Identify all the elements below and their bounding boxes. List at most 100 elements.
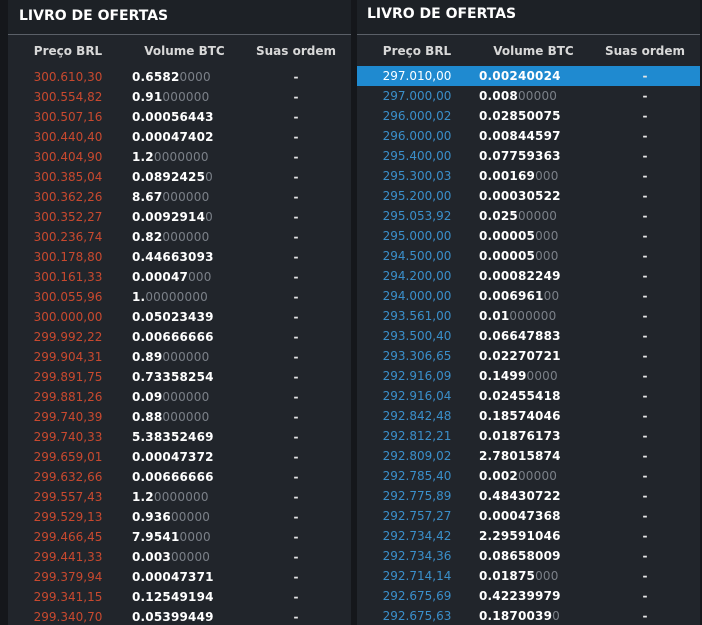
- order-row[interactable]: 300.610,30 0.65820000 -: [8, 67, 351, 87]
- price-cell: 294.500,00: [382, 249, 452, 263]
- order-row[interactable]: 300.352,27 0.00929140 -: [8, 207, 351, 227]
- volume-cell: 0.00047402: [128, 130, 241, 144]
- panel-title: LIVRO DE OFERTAS: [8, 0, 351, 35]
- order-row[interactable]: 295.400,00 0.07759363 -: [357, 146, 700, 166]
- order-row[interactable]: 300.440,40 0.00047402 -: [8, 127, 351, 147]
- order-row[interactable]: 299.529,13 0.93600000 -: [8, 507, 351, 527]
- order-row[interactable]: 295.053,92 0.02500000 -: [357, 206, 700, 226]
- price-cell: 300.178,80: [33, 250, 103, 264]
- volume-trailing-zeros: 0: [552, 609, 560, 623]
- order-row[interactable]: 292.812,21 0.01876173 -: [357, 426, 700, 446]
- order-row[interactable]: 293.306,65 0.02270721 -: [357, 346, 700, 366]
- order-row[interactable]: 300.554,82 0.91000000 -: [8, 87, 351, 107]
- order-row[interactable]: 300.507,16 0.00056443 -: [8, 107, 351, 127]
- order-row[interactable]: 300.161,33 0.00047000 -: [8, 267, 351, 287]
- order-row[interactable]: 296.000,00 0.00844597 -: [357, 126, 700, 146]
- order-row[interactable]: 292.675,69 0.42239979 -: [357, 586, 700, 606]
- col-my-orders-header[interactable]: Suas ordem: [590, 44, 700, 58]
- col-price-header[interactable]: Preço BRL: [357, 44, 477, 58]
- price-cell: 300.507,16: [33, 110, 103, 124]
- order-row[interactable]: 299.341,15 0.12549194 -: [8, 587, 351, 607]
- order-row[interactable]: 299.740,39 0.88000000 -: [8, 407, 351, 427]
- volume-cell: 0.09000000: [128, 390, 241, 404]
- my-orders-cell: -: [293, 70, 299, 84]
- order-row[interactable]: 292.734,36 0.08658009 -: [357, 546, 700, 566]
- volume-significant: 0.00047371: [132, 570, 214, 584]
- col-volume-header[interactable]: Volume BTC: [477, 44, 590, 58]
- order-row[interactable]: 299.632,66 0.00666666 -: [8, 467, 351, 487]
- my-orders-cell: -: [293, 570, 299, 584]
- order-row[interactable]: 300.236,74 0.82000000 -: [8, 227, 351, 247]
- order-row[interactable]: 300.000,00 0.05023439 -: [8, 307, 351, 327]
- price-cell: 300.161,33: [33, 270, 103, 284]
- order-row[interactable]: 292.675,63 0.18700390 -: [357, 606, 700, 625]
- order-row[interactable]: 295.300,03 0.00169000 -: [357, 166, 700, 186]
- order-row[interactable]: 299.340,70 0.05399449 -: [8, 607, 351, 625]
- order-row[interactable]: 299.904,31 0.89000000 -: [8, 347, 351, 367]
- my-orders-cell: -: [293, 350, 299, 364]
- order-row[interactable]: 299.557,43 1.20000000 -: [8, 487, 351, 507]
- order-row[interactable]: 292.714,14 0.01875000 -: [357, 566, 700, 586]
- price-cell: 295.400,00: [382, 149, 452, 163]
- order-row[interactable]: 300.385,04 0.08924250 -: [8, 167, 351, 187]
- volume-trailing-zeros: 00000: [517, 89, 558, 103]
- volume-cell: 0.00696100: [477, 289, 590, 303]
- price-cell: 295.053,92: [382, 209, 452, 223]
- my-orders-cell: -: [642, 369, 648, 383]
- volume-significant: 0.00056443: [132, 110, 214, 124]
- order-row[interactable]: 294.200,00 0.00082249 -: [357, 266, 700, 286]
- order-row[interactable]: 299.379,94 0.00047371 -: [8, 567, 351, 587]
- order-row[interactable]: 300.178,80 0.44663093 -: [8, 247, 351, 267]
- order-row[interactable]: 295.000,00 0.00005000 -: [357, 226, 700, 246]
- order-row[interactable]: 299.992,22 0.00666666 -: [8, 327, 351, 347]
- order-row[interactable]: 294.500,00 0.00005000 -: [357, 246, 700, 266]
- order-row[interactable]: 297.000,00 0.00800000 -: [357, 86, 700, 106]
- order-row[interactable]: 297.010,00 0.00240024 -: [357, 66, 700, 86]
- volume-significant: 0.01876173: [479, 429, 561, 443]
- order-row[interactable]: 299.740,33 5.38352469 -: [8, 427, 351, 447]
- volume-trailing-zeros: 000000: [162, 230, 210, 244]
- volume-cell: 0.00082249: [477, 269, 590, 283]
- order-row[interactable]: 292.775,89 0.48430722 -: [357, 486, 700, 506]
- price-cell: 293.306,65: [382, 349, 452, 363]
- order-row[interactable]: 295.200,00 0.00030522 -: [357, 186, 700, 206]
- price-cell: 299.740,33: [33, 430, 103, 444]
- my-orders-cell: -: [293, 290, 299, 304]
- volume-cell: 0.01000000: [477, 309, 590, 323]
- order-row[interactable]: 292.916,09 0.14990000 -: [357, 366, 700, 386]
- order-row[interactable]: 292.757,27 0.00047368 -: [357, 506, 700, 526]
- volume-cell: 5.38352469: [128, 430, 241, 444]
- order-row[interactable]: 299.891,75 0.73358254 -: [8, 367, 351, 387]
- col-price-header[interactable]: Preço BRL: [8, 44, 128, 58]
- order-row[interactable]: 292.916,04 0.02455418 -: [357, 386, 700, 406]
- my-orders-cell: -: [293, 150, 299, 164]
- volume-trailing-zeros: 000000: [162, 190, 210, 204]
- order-row[interactable]: 299.466,45 7.95410000 -: [8, 527, 351, 547]
- col-my-orders-header[interactable]: Suas ordem: [241, 44, 351, 58]
- order-row[interactable]: 299.881,26 0.09000000 -: [8, 387, 351, 407]
- order-row[interactable]: 300.055,96 1.00000000 -: [8, 287, 351, 307]
- my-orders-cell: -: [642, 169, 648, 183]
- my-orders-cell: -: [642, 509, 648, 523]
- order-row[interactable]: 292.842,48 0.18574046 -: [357, 406, 700, 426]
- order-row[interactable]: 294.000,00 0.00696100 -: [357, 286, 700, 306]
- order-row[interactable]: 292.734,42 2.29591046 -: [357, 526, 700, 546]
- order-row[interactable]: 292.809,02 2.78015874 -: [357, 446, 700, 466]
- volume-cell: 0.48430722: [477, 489, 590, 503]
- order-row[interactable]: 293.500,40 0.06647883 -: [357, 326, 700, 346]
- volume-cell: 0.01876173: [477, 429, 590, 443]
- order-row[interactable]: 300.404,90 1.20000000 -: [8, 147, 351, 167]
- price-cell: 294.200,00: [382, 269, 452, 283]
- order-row[interactable]: 292.785,40 0.00200000 -: [357, 466, 700, 486]
- order-row[interactable]: 299.441,33 0.00300000 -: [8, 547, 351, 567]
- order-row[interactable]: 293.561,00 0.01000000 -: [357, 306, 700, 326]
- order-row[interactable]: 299.659,01 0.00047372 -: [8, 447, 351, 467]
- col-volume-header[interactable]: Volume BTC: [128, 44, 241, 58]
- order-row[interactable]: 296.000,02 0.02850075 -: [357, 106, 700, 126]
- volume-trailing-zeros: 000: [535, 169, 559, 183]
- volume-significant: 0.07759363: [479, 149, 561, 163]
- volume-significant: 0.0892425: [132, 170, 206, 184]
- volume-significant: 1.2: [132, 150, 154, 164]
- order-row[interactable]: 300.362,26 8.67000000 -: [8, 187, 351, 207]
- volume-cell: 0.02455418: [477, 389, 590, 403]
